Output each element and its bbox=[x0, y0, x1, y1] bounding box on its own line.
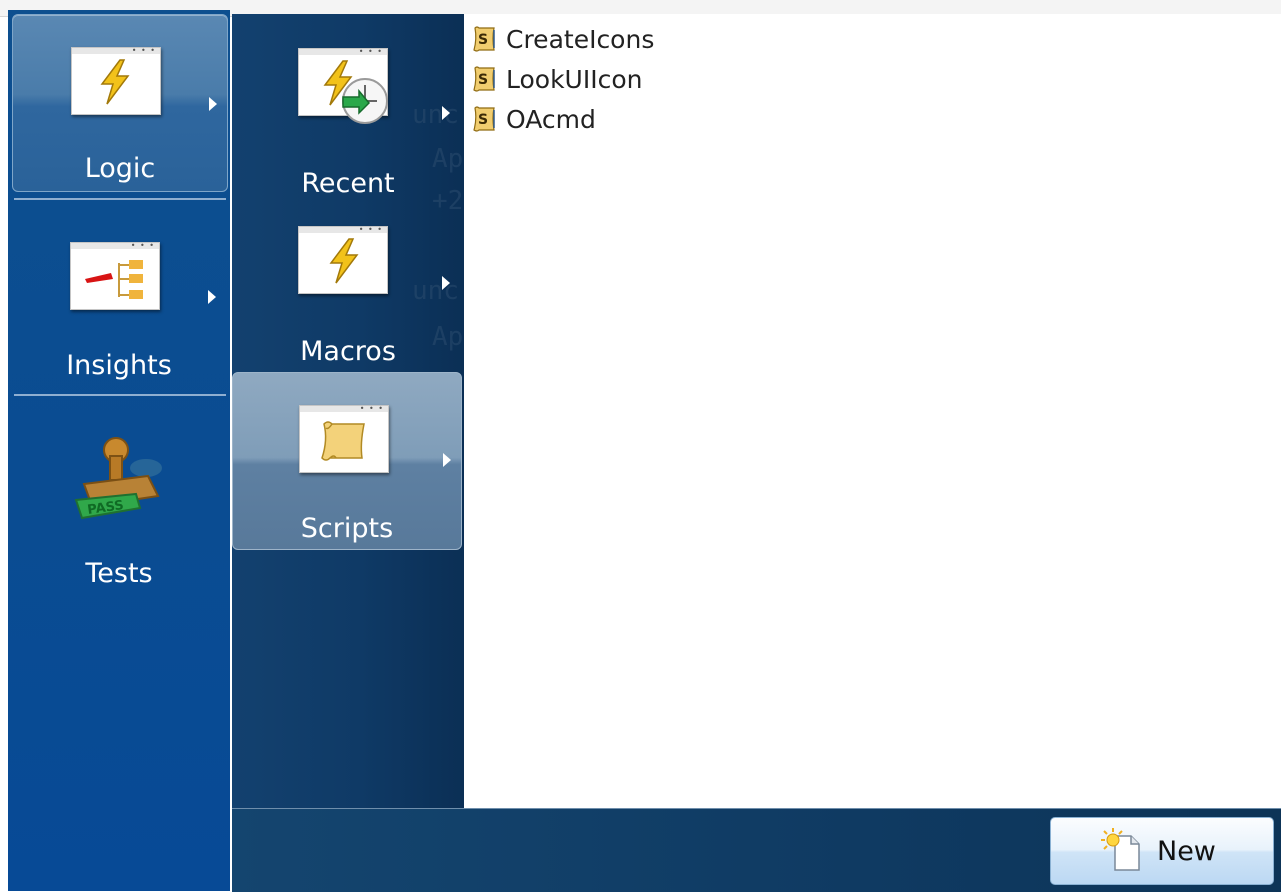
category-label: Tests bbox=[85, 558, 153, 589]
scroll-tile-icon: • • • bbox=[299, 405, 389, 473]
svg-text:S: S bbox=[478, 112, 488, 128]
chevron-right-icon bbox=[443, 453, 451, 467]
category-label: Logic bbox=[84, 153, 156, 184]
script-scroll-icon: S bbox=[473, 106, 495, 132]
new-button-label: New bbox=[1157, 836, 1216, 867]
category-tests[interactable]: PASS Tests bbox=[8, 398, 230, 594]
lightning-clock-tile-icon: • • • bbox=[298, 48, 388, 124]
tree-chart-tile-icon: • • • bbox=[70, 242, 160, 310]
script-name: OAcmd bbox=[506, 104, 596, 134]
lightning-tile-icon: • • • bbox=[298, 226, 388, 294]
category-insights[interactable]: • • • Insights bbox=[8, 202, 230, 398]
script-scroll-icon: S bbox=[473, 66, 495, 92]
list-item[interactable]: S LookUIIcon bbox=[468, 60, 643, 98]
divider bbox=[14, 394, 226, 396]
submenu-scripts[interactable]: • • • Scripts bbox=[232, 372, 462, 550]
divider bbox=[14, 198, 226, 200]
list-item[interactable]: S CreateIcons bbox=[468, 20, 654, 58]
new-document-icon bbox=[1101, 828, 1140, 871]
category-column: • • • Logic • • • Insights PASS Tests bbox=[8, 10, 230, 891]
submenu-label: Recent bbox=[301, 168, 395, 199]
new-button[interactable]: New bbox=[1050, 817, 1274, 885]
chevron-right-icon bbox=[208, 290, 216, 304]
svg-text:S: S bbox=[478, 32, 488, 48]
submenu-label: Macros bbox=[300, 336, 396, 367]
submenu-recent[interactable]: • • • Recent bbox=[232, 24, 464, 202]
script-list: S CreateIcons S LookUIIcon S OAcmd bbox=[464, 14, 1281, 808]
category-logic[interactable]: • • • Logic bbox=[12, 14, 228, 192]
chevron-right-icon bbox=[442, 106, 450, 120]
submenu-label: Scripts bbox=[300, 513, 394, 544]
lightning-tile-icon: • • • bbox=[71, 47, 161, 115]
list-item[interactable]: S OAcmd bbox=[468, 100, 596, 138]
submenu-macros[interactable]: • • • Macros bbox=[232, 204, 464, 382]
chevron-right-icon bbox=[442, 276, 450, 290]
script-name: CreateIcons bbox=[506, 24, 655, 54]
logic-submenu-column: unc Ap +2 unc Ap • • • Recent • • • Macr… bbox=[232, 14, 464, 808]
rubber-stamp-icon: PASS bbox=[74, 437, 162, 520]
chevron-right-icon bbox=[209, 97, 217, 111]
svg-text:S: S bbox=[478, 72, 488, 88]
script-name: LookUIIcon bbox=[506, 64, 643, 94]
category-label: Insights bbox=[66, 350, 172, 381]
script-scroll-icon: S bbox=[473, 26, 495, 52]
